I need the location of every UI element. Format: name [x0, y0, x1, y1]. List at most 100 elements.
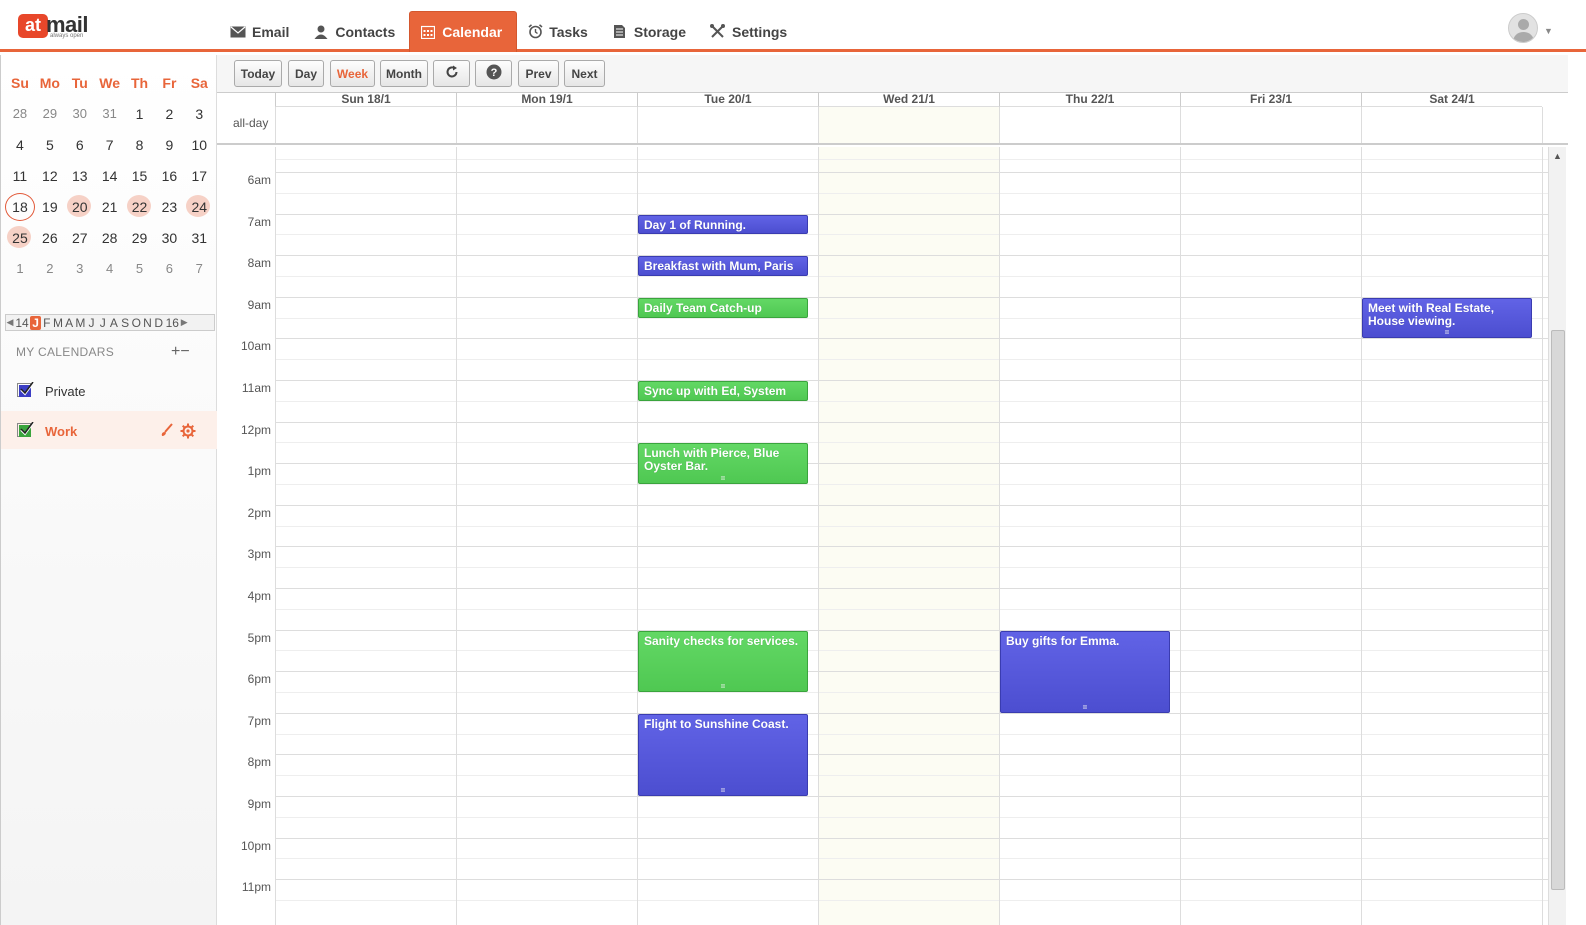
- nav-tasks[interactable]: Tasks: [517, 11, 602, 52]
- day-header[interactable]: Tue 20/1: [637, 93, 818, 107]
- day-header[interactable]: Mon 19/1: [456, 93, 637, 107]
- nav-calendar[interactable]: Calendar: [409, 11, 518, 52]
- mini-cal-day[interactable]: 7: [184, 261, 214, 276]
- resize-grip-icon[interactable]: =: [639, 474, 807, 482]
- calendar-event[interactable]: Sync up with Ed, System: [638, 381, 808, 401]
- mini-cal-day[interactable]: 28: [95, 230, 125, 246]
- month-letter[interactable]: O: [131, 316, 142, 330]
- mini-cal-day[interactable]: 16: [154, 168, 184, 184]
- nav-storage[interactable]: Storage: [602, 11, 700, 52]
- day-header[interactable]: Sat 24/1: [1361, 93, 1542, 107]
- mini-cal-day[interactable]: 2: [154, 106, 184, 122]
- mini-cal-day[interactable]: 24: [184, 194, 214, 217]
- mini-cal-day[interactable]: 31: [95, 106, 125, 121]
- month-view-button[interactable]: Month: [380, 60, 428, 87]
- next-year[interactable]: 16: [164, 316, 180, 330]
- mini-cal-day[interactable]: 5: [35, 137, 65, 153]
- chevron-right-icon[interactable]: ▶: [180, 317, 188, 328]
- mini-cal-day[interactable]: 29: [35, 106, 65, 121]
- month-letter[interactable]: S: [120, 316, 131, 330]
- month-letter[interactable]: J: [97, 316, 108, 330]
- day-header[interactable]: Sun 18/1: [275, 93, 456, 107]
- resize-grip-icon[interactable]: =: [1001, 703, 1169, 711]
- calendar-event[interactable]: Sanity checks for services. =: [638, 630, 808, 692]
- day-header[interactable]: Thu 22/1: [999, 93, 1180, 107]
- mini-cal-day[interactable]: 3: [184, 106, 214, 122]
- calendar-event[interactable]: Meet with Real Estate, House viewing. =: [1362, 297, 1532, 339]
- mini-cal-day[interactable]: 25: [5, 225, 35, 248]
- prev-year[interactable]: 14: [14, 316, 30, 330]
- calendar-item-work[interactable]: Work: [1, 411, 217, 449]
- mini-cal-day[interactable]: 19: [35, 199, 65, 215]
- month-letter[interactable]: J: [30, 315, 42, 330]
- nav-settings[interactable]: Settings: [700, 11, 801, 52]
- mini-cal-day[interactable]: 22: [125, 194, 155, 217]
- allday-cell[interactable]: [999, 107, 1180, 143]
- mini-cal-day[interactable]: 28: [5, 106, 35, 121]
- grid-scrollbar[interactable]: ▲: [1548, 147, 1566, 925]
- user-avatar[interactable]: [1508, 13, 1538, 43]
- mini-cal-day[interactable]: 6: [154, 261, 184, 276]
- mini-cal-day[interactable]: 14: [95, 168, 125, 184]
- day-view-button[interactable]: Day: [288, 60, 324, 87]
- brush-icon[interactable]: [160, 423, 174, 442]
- private-checkbox[interactable]: [17, 382, 34, 397]
- month-letter[interactable]: M: [52, 316, 63, 330]
- resize-grip-icon[interactable]: =: [639, 682, 807, 690]
- chevron-down-icon[interactable]: ▼: [1544, 26, 1553, 36]
- resize-grip-icon[interactable]: =: [639, 786, 807, 794]
- scroll-thumb[interactable]: [1551, 330, 1565, 890]
- calendar-event[interactable]: Breakfast with Mum, Paris: [638, 256, 808, 276]
- add-remove-calendar-button[interactable]: +−: [171, 343, 190, 361]
- month-letter[interactable]: A: [108, 316, 119, 330]
- mini-cal-day[interactable]: 30: [154, 230, 184, 246]
- mini-cal-day[interactable]: 23: [154, 199, 184, 215]
- allday-cell[interactable]: [637, 107, 818, 143]
- mini-cal-day[interactable]: 27: [65, 230, 95, 246]
- mini-cal-day[interactable]: 29: [125, 230, 155, 246]
- mini-cal-day[interactable]: 3: [65, 261, 95, 276]
- mini-cal-day[interactable]: 18: [5, 192, 35, 221]
- calendar-event[interactable]: Flight to Sunshine Coast. =: [638, 713, 808, 796]
- mini-cal-day[interactable]: 1: [5, 261, 35, 276]
- gear-icon[interactable]: [180, 423, 196, 444]
- month-letter[interactable]: J: [86, 316, 97, 330]
- refresh-button[interactable]: [433, 60, 470, 87]
- mini-cal-day[interactable]: 2: [35, 261, 65, 276]
- month-letter[interactable]: D: [153, 316, 164, 330]
- allday-cell[interactable]: [456, 107, 637, 143]
- work-checkbox[interactable]: [17, 422, 34, 437]
- month-letter[interactable]: A: [64, 316, 75, 330]
- nav-contacts[interactable]: Contacts: [303, 11, 409, 52]
- app-logo[interactable]: at mail always open: [18, 12, 98, 42]
- mini-cal-day[interactable]: 31: [184, 230, 214, 246]
- allday-cell[interactable]: [818, 107, 999, 143]
- mini-cal-day[interactable]: 11: [5, 168, 35, 184]
- mini-cal-day[interactable]: 8: [125, 137, 155, 153]
- mini-cal-day[interactable]: 30: [65, 106, 95, 121]
- mini-cal-day[interactable]: 5: [125, 261, 155, 276]
- mini-cal-day[interactable]: 7: [95, 137, 125, 153]
- mini-cal-day[interactable]: 10: [184, 137, 214, 153]
- calendar-event[interactable]: Lunch with Pierce, Blue Oyster Bar. =: [638, 443, 808, 484]
- mini-cal-day[interactable]: 4: [5, 137, 35, 153]
- resize-grip-icon[interactable]: =: [1363, 329, 1531, 337]
- mini-cal-day[interactable]: 21: [95, 199, 125, 215]
- calendar-event[interactable]: Daily Team Catch-up: [638, 297, 808, 318]
- next-button[interactable]: Next: [564, 60, 605, 87]
- week-grid[interactable]: 6am 7am 8am 9am 10am 11am 12pm 1pm 2pm 3pm 4pm 5pm 6…: [217, 147, 1548, 925]
- mini-cal-day[interactable]: 26: [35, 230, 65, 246]
- mini-cal-day[interactable]: 12: [35, 168, 65, 184]
- scroll-up-icon[interactable]: ▲: [1553, 151, 1562, 161]
- mini-cal-day[interactable]: 6: [65, 137, 95, 153]
- allday-cell[interactable]: [275, 107, 456, 143]
- today-button[interactable]: Today: [234, 60, 282, 87]
- help-button[interactable]: ?: [475, 60, 512, 87]
- chevron-left-icon[interactable]: ◀: [6, 317, 14, 328]
- mini-cal-day[interactable]: 13: [65, 168, 95, 184]
- mini-cal-day[interactable]: 17: [184, 168, 214, 184]
- calendar-item-private[interactable]: Private: [1, 373, 217, 407]
- week-view-button[interactable]: Week: [330, 60, 375, 87]
- day-header[interactable]: Wed 21/1: [818, 93, 999, 107]
- mini-cal-day[interactable]: 15: [125, 168, 155, 184]
